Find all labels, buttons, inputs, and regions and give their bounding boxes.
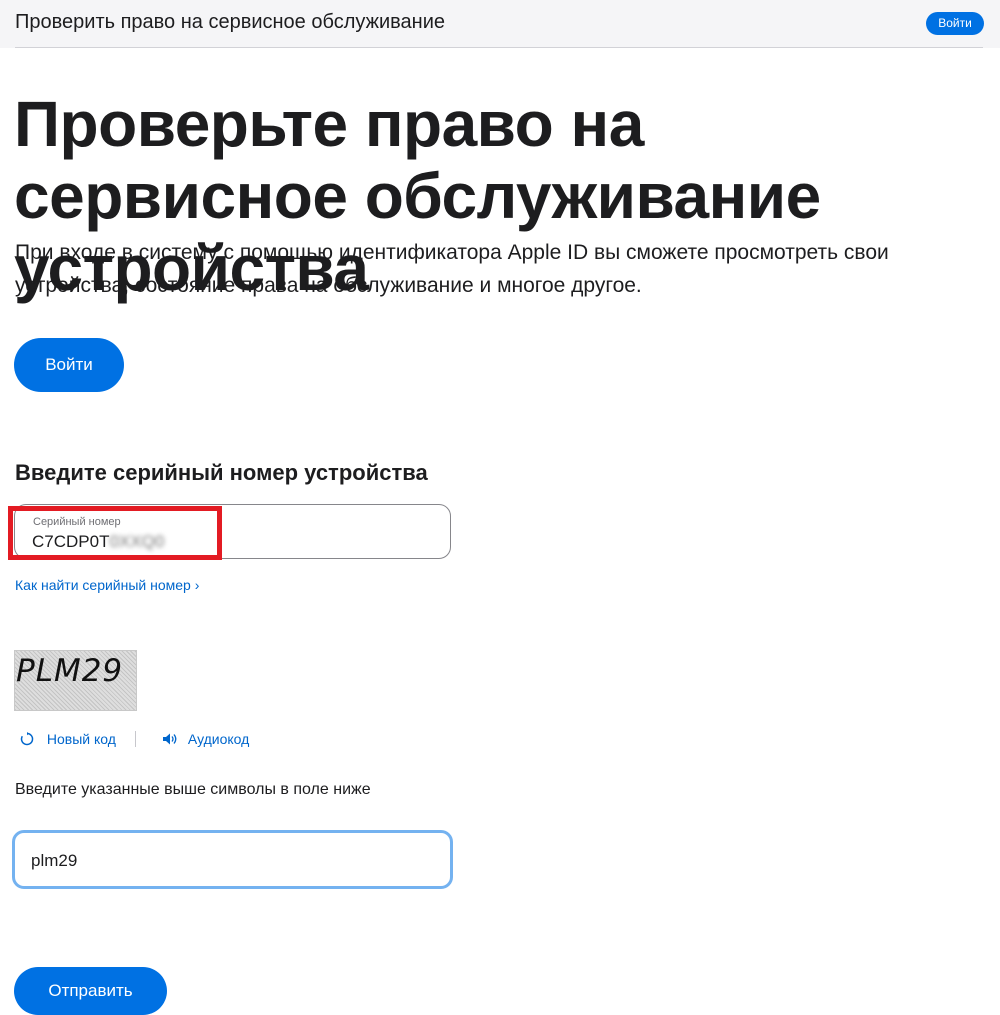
audio-code-button[interactable]: Аудиокод <box>162 731 249 749</box>
signin-button[interactable]: Войти <box>14 338 124 392</box>
submit-button[interactable]: Отправить <box>14 967 167 1015</box>
find-serial-link[interactable]: Как найти серийный номер › <box>15 577 199 593</box>
serial-section-heading: Введите серийный номер устройства <box>15 460 428 485</box>
new-code-button[interactable]: Новый код <box>20 731 116 749</box>
captcha-input-field[interactable]: plm29 <box>12 830 453 889</box>
audio-code-label: Аудиокод <box>187 731 250 747</box>
serial-highlight-box <box>8 506 222 560</box>
page-nav-title: Проверить право на сервисное обслуживани… <box>15 11 446 33</box>
new-code-label: Новый код <box>46 731 116 747</box>
captcha-image-text: PLM29 <box>16 653 124 689</box>
divider <box>15 47 983 48</box>
captcha-image: PLM29 <box>14 650 137 711</box>
captcha-instruction: Введите указанные выше символы в поле ни… <box>15 781 371 798</box>
speaker-icon <box>162 732 178 749</box>
captcha-input-value: plm29 <box>31 851 78 870</box>
refresh-icon <box>20 731 36 749</box>
topbar-signin-button[interactable]: Войти <box>926 12 984 35</box>
intro-text: При входе в систему с помощью идентифика… <box>15 241 889 297</box>
top-bar: Проверить право на сервисное обслуживани… <box>0 0 1000 48</box>
tool-separator <box>135 731 136 747</box>
